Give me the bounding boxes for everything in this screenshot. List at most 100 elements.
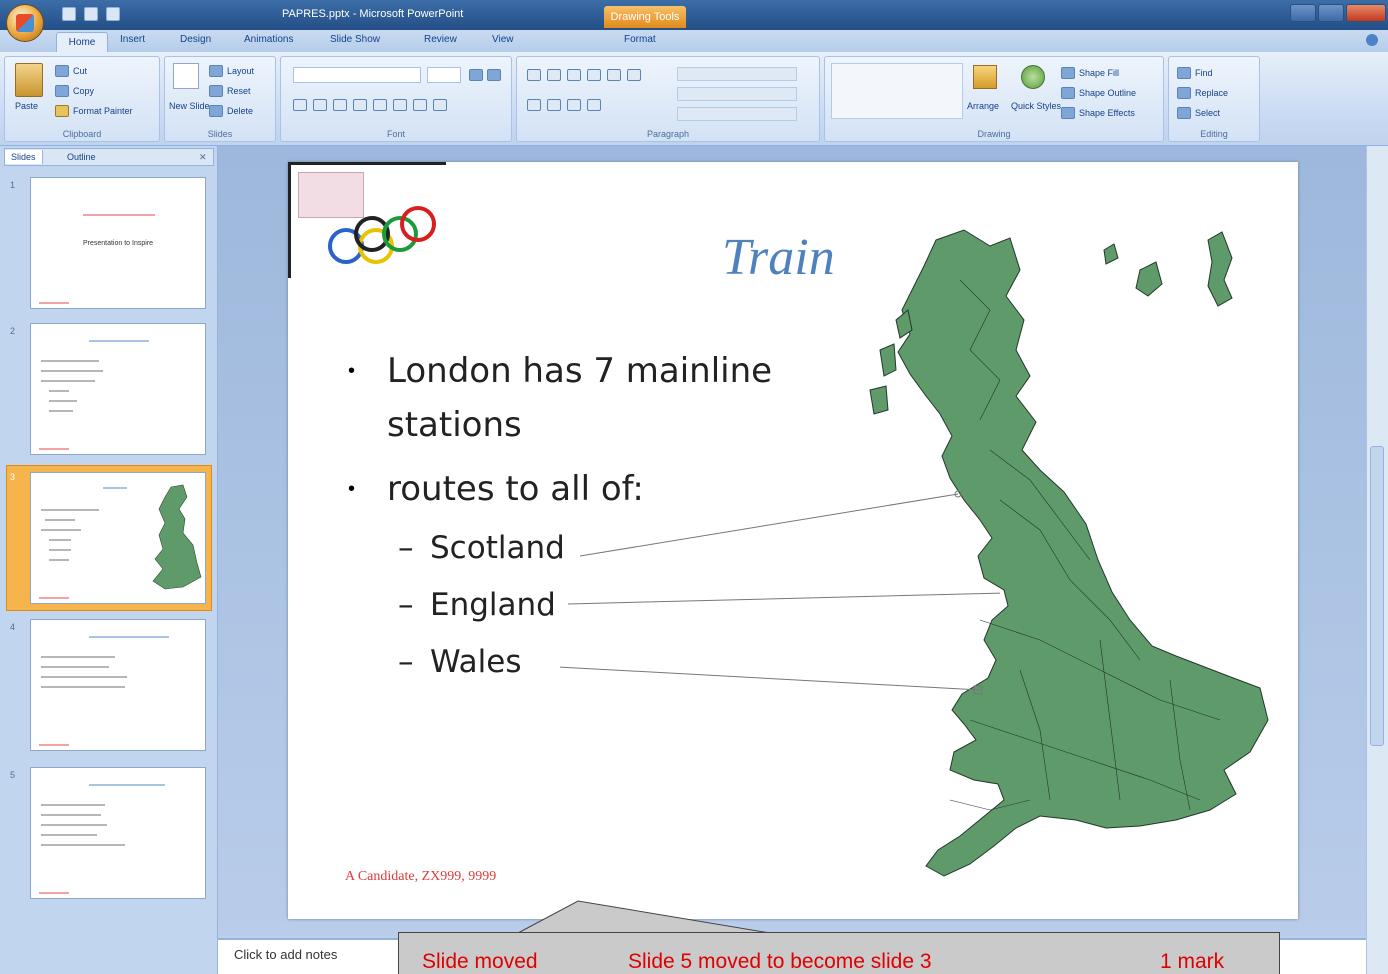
increase-indent-icon[interactable]: [587, 69, 601, 81]
undo-icon[interactable]: [84, 7, 98, 21]
decrease-indent-icon[interactable]: [567, 69, 581, 81]
bullets-icon[interactable]: [527, 69, 541, 81]
sub-bullet-dash: –: [398, 587, 414, 623]
copy-icon: [55, 85, 69, 97]
thumbnail-number: 4: [10, 622, 16, 632]
underline-icon[interactable]: [333, 99, 347, 111]
minimize-button[interactable]: [1290, 4, 1316, 22]
shape-outline-button[interactable]: Shape Outline: [1079, 88, 1136, 98]
help-icon[interactable]: [1366, 34, 1378, 46]
slide-footer[interactable]: A Candidate, ZX999, 9999: [345, 869, 496, 885]
sub-bullet-text[interactable]: England: [430, 587, 556, 623]
select-button[interactable]: Select: [1195, 108, 1220, 118]
office-logo-icon: [16, 14, 34, 32]
font-group-label: Font: [386, 129, 405, 139]
smartart-control[interactable]: [677, 107, 797, 121]
format-painter-button[interactable]: Format Painter: [73, 106, 133, 116]
arrange-icon[interactable]: [973, 65, 997, 89]
align-right-icon[interactable]: [567, 99, 581, 111]
sub-bullet-dash: –: [398, 644, 414, 680]
arrange-button[interactable]: Arrange: [967, 101, 999, 111]
layout-icon: [209, 65, 223, 77]
layout-button[interactable]: Layout: [227, 66, 254, 76]
replace-button[interactable]: Replace: [1195, 88, 1228, 98]
slide-thumbnail-3[interactable]: [30, 472, 206, 604]
tab-insert[interactable]: Insert: [120, 34, 145, 45]
tab-review[interactable]: Review: [424, 34, 457, 45]
new-slide-button[interactable]: New Slide: [169, 101, 210, 111]
spacing-icon[interactable]: [393, 99, 407, 111]
bullet-text[interactable]: London has 7 mainline: [387, 351, 772, 391]
notes-placeholder[interactable]: Click to add notes: [234, 947, 337, 962]
paste-icon[interactable]: [15, 63, 43, 97]
thumbnail-number: 5: [10, 770, 16, 780]
columns-icon[interactable]: [627, 69, 641, 81]
slide-thumbnail-5[interactable]: [30, 767, 206, 899]
shape-effects-button[interactable]: Shape Effects: [1079, 108, 1135, 118]
bullet-text[interactable]: stations: [387, 405, 522, 445]
tab-slides[interactable]: Slides: [5, 150, 43, 164]
shadow-icon[interactable]: [373, 99, 387, 111]
change-case-icon[interactable]: [413, 99, 427, 111]
tab-view[interactable]: View: [492, 34, 514, 45]
justify-icon[interactable]: [587, 99, 601, 111]
maximize-button[interactable]: [1318, 4, 1344, 22]
cut-button[interactable]: Cut: [73, 66, 87, 76]
shape-effects-icon: [1061, 107, 1075, 119]
thumbnail-number: 2: [10, 326, 16, 336]
scrollbar-thumb[interactable]: [1370, 446, 1384, 746]
font-size-field[interactable]: [427, 67, 461, 83]
clipboard-group-label: Clipboard: [62, 129, 102, 139]
tab-slide-show[interactable]: Slide Show: [330, 34, 380, 45]
find-icon: [1177, 67, 1191, 79]
slide-thumbnail-2[interactable]: [30, 323, 206, 455]
bullet-text[interactable]: routes to all of:: [387, 469, 644, 509]
reset-icon: [209, 85, 223, 97]
align-left-icon[interactable]: [527, 99, 541, 111]
quick-styles-icon[interactable]: [1021, 65, 1045, 89]
quick-styles-button[interactable]: Quick Styles: [1011, 101, 1061, 111]
title-bar: PAPRES.pptx - Microsoft PowerPoint Drawi…: [0, 0, 1388, 30]
slide-title[interactable]: Train: [722, 228, 835, 287]
redo-icon[interactable]: [106, 7, 120, 21]
paste-button[interactable]: Paste: [15, 101, 38, 111]
align-center-icon[interactable]: [547, 99, 561, 111]
tab-animations[interactable]: Animations: [244, 34, 293, 45]
vertical-scrollbar[interactable]: [1366, 146, 1388, 974]
close-button[interactable]: [1346, 4, 1386, 22]
drawing-tools-tab[interactable]: Drawing Tools: [604, 6, 686, 28]
shapes-gallery[interactable]: [831, 63, 963, 119]
find-button[interactable]: Find: [1195, 68, 1213, 78]
font-name-field[interactable]: [293, 67, 421, 83]
slide-thumbnail-1[interactable]: Presentation to Inspire: [30, 177, 206, 309]
bold-icon[interactable]: [293, 99, 307, 111]
tab-design[interactable]: Design: [180, 34, 211, 45]
slide-thumbnail-4[interactable]: [30, 619, 206, 751]
new-slide-icon[interactable]: [173, 63, 199, 89]
window-title: PAPRES.pptx - Microsoft PowerPoint: [282, 8, 464, 20]
save-icon[interactable]: [62, 7, 76, 21]
ribbon-tab-row: Insert Design Animations Slide Show Revi…: [0, 30, 1388, 52]
sub-bullet-text[interactable]: Scotland: [430, 530, 565, 566]
strikethrough-icon[interactable]: [353, 99, 367, 111]
shape-fill-button[interactable]: Shape Fill: [1079, 68, 1119, 78]
align-text-control[interactable]: [677, 87, 797, 101]
reset-button[interactable]: Reset: [227, 86, 251, 96]
shrink-font-icon[interactable]: [487, 69, 501, 81]
sub-bullet-text[interactable]: Wales: [430, 644, 522, 680]
copy-button[interactable]: Copy: [73, 86, 94, 96]
numbering-icon[interactable]: [547, 69, 561, 81]
tab-format[interactable]: Format: [624, 34, 656, 45]
close-pane-icon[interactable]: ✕: [199, 152, 207, 163]
text-direction-control[interactable]: [677, 67, 797, 81]
tab-outline[interactable]: Outline: [61, 150, 102, 164]
office-button[interactable]: [6, 4, 44, 42]
delete-button[interactable]: Delete: [227, 106, 253, 116]
thumbnail-text: Presentation to Inspire: [82, 240, 154, 247]
line-spacing-icon[interactable]: [607, 69, 621, 81]
select-icon: [1177, 107, 1191, 119]
italic-icon[interactable]: [313, 99, 327, 111]
font-color-icon[interactable]: [433, 99, 447, 111]
grow-font-icon[interactable]: [469, 69, 483, 81]
tab-home[interactable]: Home: [56, 32, 108, 54]
